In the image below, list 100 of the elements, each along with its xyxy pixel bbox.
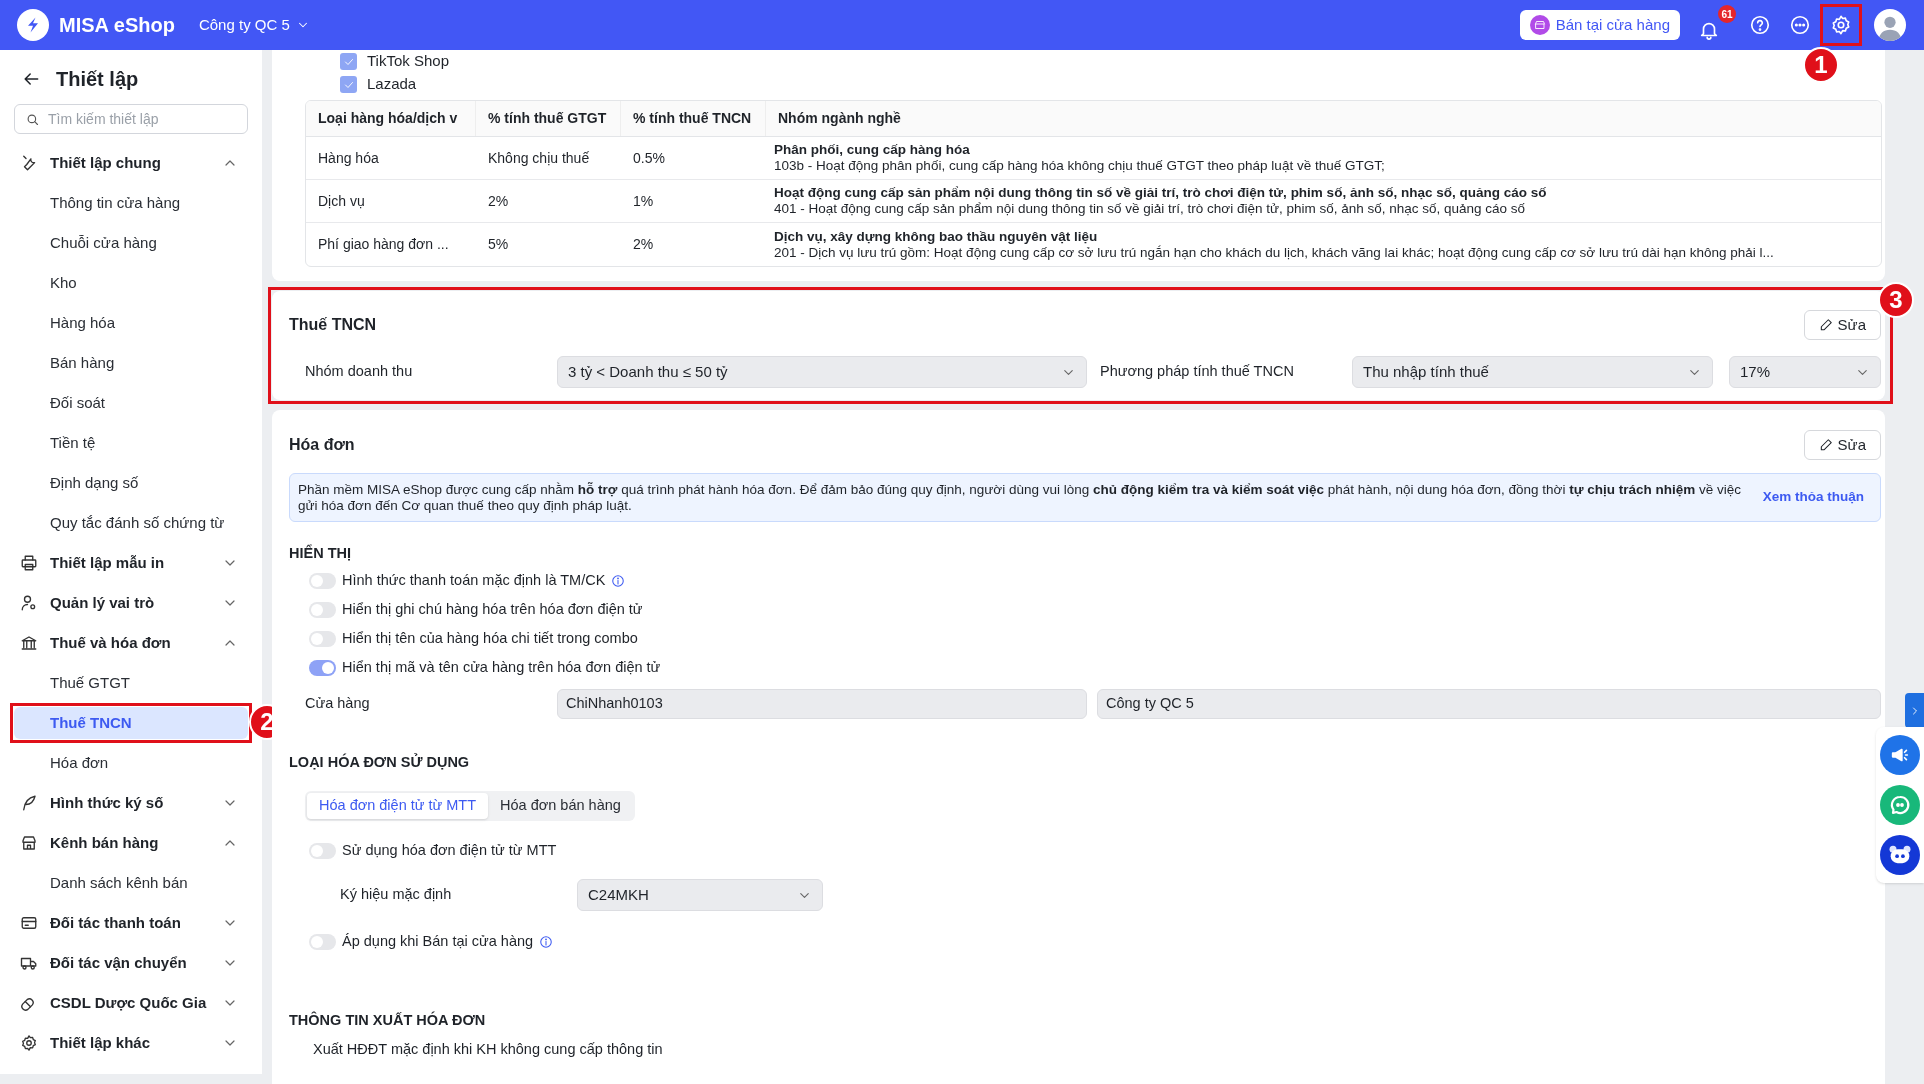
table-cell-text: Không chịu thuế xyxy=(487,148,591,168)
annotation-number: 3 xyxy=(1878,282,1914,318)
logo-icon xyxy=(17,9,49,41)
table-cell-text: 2% xyxy=(487,191,510,211)
sidebar-group[interactable]: Thiết lập mẫu in xyxy=(0,543,262,583)
assistant-bot-button[interactable] xyxy=(1880,835,1920,875)
sidebar-item[interactable]: Bán hàng xyxy=(14,345,248,381)
toggle-switch[interactable] xyxy=(309,572,336,589)
user-gear-icon xyxy=(20,594,38,612)
channel-label: Lazada xyxy=(367,74,417,95)
toggle-switch[interactable] xyxy=(309,933,336,950)
agreement-link[interactable]: Xem thỏa thuận xyxy=(1762,487,1864,508)
sidebar-item[interactable]: Chuỗi cửa hàng xyxy=(14,225,248,261)
store-icon xyxy=(20,834,38,852)
sidebar-group[interactable]: Thiết lập khác xyxy=(0,1023,262,1063)
card-icon xyxy=(20,914,38,932)
revenue-group-select[interactable]: 3 tỷ < Doanh thu ≤ 50 tỷ xyxy=(557,356,1087,388)
announcement-button[interactable] xyxy=(1880,735,1920,775)
page-title: Thiết lập xyxy=(56,67,139,92)
section-heading: LOẠI HÓA ĐƠN SỬ DỤNG xyxy=(289,753,471,773)
sidebar-item[interactable]: Thuế GTGT xyxy=(14,665,248,701)
sidebar-group[interactable]: CSDL Dược Quốc Gia xyxy=(0,983,262,1023)
sidebar-group[interactable]: Quản lý vai trò xyxy=(0,583,262,623)
option-label: Áp dụng khi Bán tại cửa hàng xyxy=(342,931,534,951)
toggle-switch[interactable] xyxy=(309,601,336,618)
checkbox[interactable] xyxy=(340,76,357,93)
printer-icon xyxy=(20,554,38,572)
tax-method-select[interactable]: Thu nhập tính thuế xyxy=(1352,356,1713,388)
option-label: Hiển thị ghi chú hàng hóa trên hóa đơn điện tử xyxy=(342,599,643,619)
symbol-select[interactable]: C24MKH xyxy=(577,879,823,911)
sidebar-item[interactable]: Đối soát xyxy=(14,385,248,421)
sidebar-item[interactable]: Kho xyxy=(14,265,248,301)
table-cell-text: 0.5% xyxy=(632,148,666,168)
table-cell-text: Dịch vụ xyxy=(317,191,366,211)
sidebar-group[interactable]: Kênh bán hàng xyxy=(0,823,262,863)
toggle-switch[interactable] xyxy=(309,630,336,647)
pencil-icon xyxy=(1818,318,1833,332)
field-label: Phương pháp tính thuế TNCN xyxy=(1100,362,1295,382)
checkbox[interactable] xyxy=(340,53,357,70)
sidebar-item[interactable]: Thông tin cửa hàng xyxy=(14,185,248,221)
chat-bubble-icon xyxy=(1888,793,1912,817)
sidebar-group[interactable]: Thiết lập chung xyxy=(0,143,262,183)
section-title: Hóa đơn xyxy=(289,435,355,455)
sidebar-group[interactable]: Đối tác thanh toán xyxy=(0,903,262,943)
sidebar-group[interactable]: Hình thức ký số xyxy=(0,783,262,823)
table-cell-text: 2% xyxy=(632,235,655,254)
toggle-switch[interactable] xyxy=(309,842,336,859)
sidebar-group[interactable]: Đối tác vận chuyển xyxy=(0,943,262,983)
tab[interactable]: Hóa đơn bán hàng xyxy=(488,793,633,819)
field-label: Nhóm doanh thu xyxy=(305,362,414,382)
industry-title: Dịch vụ, xây dựng không bao thầu nguyên vật liệu xyxy=(774,228,1099,245)
section-heading: THÔNG TIN XUẤT HÓA ĐƠN xyxy=(289,1011,487,1031)
industry-detail: 201 - Dịch vụ lưu trú gồm: Hoạt động cung cấp cơ sở lưu trú ngắn hạn cho khách du lịch, khách vãng lai khác; hoạt động cung cấp cơ sở lưu trú dài hạn không phải l... xyxy=(774,244,1775,261)
export-note: Xuất HĐĐT mặc định khi KH không cung cấp thông tin xyxy=(313,1040,664,1060)
notice-text: Phần mềm MISA eShop được cung cấp nhằm hỗ trợ quá trình phát hành hóa đơn. Để đảm bảo đúng quy định, người dùng vui lòng chủ động kiểm tra và kiểm soát việc phát hành, nội dung hóa đơn, đồng thời tự chịu trách nhiệm về việc gửi hóa đơn đến Cơ quan thuế theo quy định pháp luật. xyxy=(298,481,1743,514)
column-header: Nhóm ngành nghề xyxy=(777,109,902,128)
field-label: Cửa hàng xyxy=(305,694,371,714)
sidebar-item[interactable]: Thuế TNCN xyxy=(14,707,248,739)
column-header: % tính thuế TNCN xyxy=(621,101,766,136)
search-field[interactable]: Tìm kiếm thiết lập xyxy=(14,104,248,134)
search-icon xyxy=(25,112,40,127)
industry-title: Phân phối, cung cấp hàng hóa xyxy=(774,142,971,158)
table-cell-text: 1% xyxy=(632,191,655,211)
tab[interactable]: Hóa đơn điện tử từ MTT xyxy=(307,793,489,819)
panel-toggle-button[interactable] xyxy=(1905,693,1924,728)
store-sale-button[interactable]: Bán tại cửa hàng xyxy=(1519,10,1680,40)
bank-icon xyxy=(20,634,38,652)
feather-icon xyxy=(20,794,38,812)
edit-button[interactable]: Sửa xyxy=(1803,310,1881,340)
table-cell-text: Phí giao hàng đơn ... xyxy=(317,235,450,254)
column-header: % tính thuế GTGT xyxy=(476,101,621,136)
option-label: Hiển thị tên của hàng hóa chi tiết trong combo xyxy=(342,628,638,648)
pencil-icon xyxy=(1818,438,1833,452)
table-cell-text: Hàng hóa xyxy=(317,148,380,168)
chat-button[interactable] xyxy=(1880,785,1920,825)
edit-button[interactable]: Sửa xyxy=(1803,430,1881,460)
sidebar-item[interactable]: Định dạng số xyxy=(14,465,248,501)
section-title: Thuế TNCN xyxy=(289,315,377,335)
app-name: MISA eShop xyxy=(59,13,175,38)
option-label: Sử dụng hóa đơn điện tử từ MTT xyxy=(342,840,557,860)
industry-detail: 401 - Hoạt động cung cấp sản phẩm nội dung thông tin số về giải trí, trò chơi điện tử, phim số, ảnh số, nhạc số, quảng cáo số xyxy=(774,201,1527,217)
sidebar-item[interactable]: Danh sách kênh bán xyxy=(14,865,248,901)
gear-icon xyxy=(20,1034,38,1052)
sidebar-item[interactable]: Quy tắc đánh số chứng từ xyxy=(14,505,248,541)
store-code-field: ChiNhanh0103 xyxy=(557,689,1087,719)
field-label: Ký hiệu mặc định xyxy=(340,885,453,905)
avatar[interactable] xyxy=(1874,9,1906,41)
notification-button[interactable]: 61 xyxy=(1694,5,1736,45)
sidebar-item[interactable]: Hàng hóa xyxy=(14,305,248,341)
store-name-field: Công ty QC 5 xyxy=(1097,689,1881,719)
industry-detail: 103b - Hoạt động phân phối, cung cấp hàng hóa không chịu thuế GTGT theo pháp luật về thuế GTGT; xyxy=(774,158,1386,174)
company-selector[interactable]: Công ty QC 5 xyxy=(198,13,310,37)
column-header: Loại hàng hóa/dịch v xyxy=(306,101,476,136)
tax-rate-select[interactable]: 17% xyxy=(1729,356,1881,388)
help-icon xyxy=(1749,14,1771,36)
sidebar-item[interactable]: Tiền tệ xyxy=(14,425,248,461)
sidebar-group[interactable]: Thuế và hóa đơn xyxy=(0,623,262,663)
toggle-switch[interactable] xyxy=(309,659,336,676)
channel-label: TikTok Shop xyxy=(367,51,449,72)
sidebar-item[interactable]: Hóa đơn xyxy=(14,745,248,781)
